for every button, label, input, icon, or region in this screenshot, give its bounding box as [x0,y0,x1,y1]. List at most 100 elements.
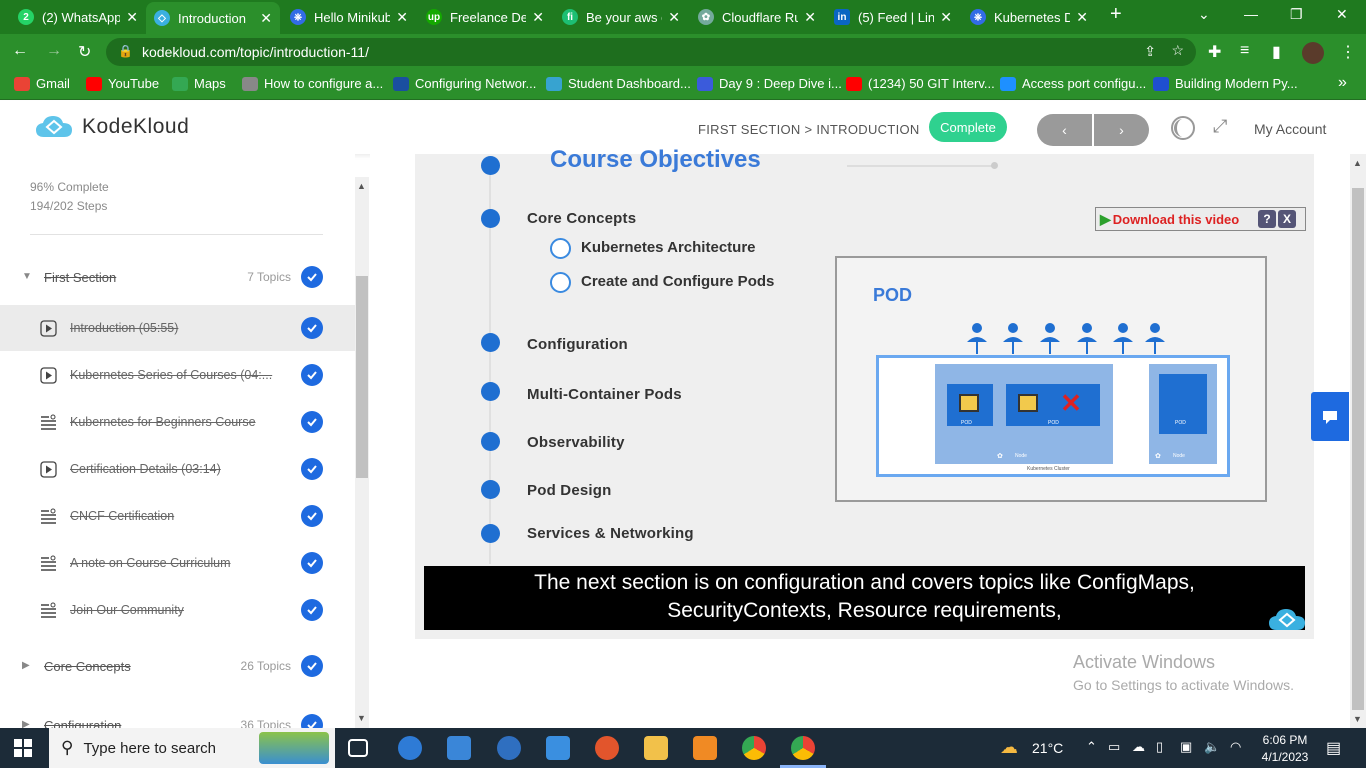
dark-mode-icon[interactable] [1170,115,1196,141]
tab-introduction[interactable]: ◇ Introduction ✕ [146,2,280,34]
lesson-item[interactable]: Kubernetes Series of Courses (04:... [0,352,355,398]
tab-kubernetes[interactable]: ⎈ Kubernetes D ✕ [962,4,1096,30]
bookmark-how-to-configure[interactable]: How to configure a... [242,76,383,91]
restore-icon[interactable]: ❐ [1290,6,1303,23]
next-button[interactable]: › [1094,114,1149,146]
fullscreen-icon[interactable]: ⤢ [1213,116,1227,137]
page-scrollbar-thumb[interactable] [1352,188,1364,710]
chrome-icon[interactable] [742,736,766,760]
back-icon[interactable]: ← [12,42,28,60]
previous-button[interactable]: ‹ [1037,114,1092,146]
bookmark-gmail[interactable]: Gmail [14,76,70,91]
lesson-item[interactable]: CNCF Certification [0,493,355,539]
my-account-link[interactable]: My Account [1254,121,1326,137]
scroll-up-icon[interactable]: ▲ [357,181,366,191]
chevron-up-icon[interactable]: ⌃ [1086,739,1097,755]
section-first-section[interactable]: ▼ First Section 7 Topics [0,255,355,299]
section-topic-count: 7 Topics [247,270,291,284]
more-bookmarks-button[interactable]: » [1338,74,1347,92]
skype-icon[interactable] [497,736,521,760]
menu-icon[interactable]: ⋮ [1340,42,1356,62]
close-icon[interactable]: X [1278,210,1296,228]
media-icon[interactable]: ≡ [1240,42,1249,60]
tab-cloudflare[interactable]: ✿ Cloudflare Ru ✕ [690,4,824,30]
bookmark-student-dashboard[interactable]: Student Dashboard... [546,76,691,91]
breadcrumb[interactable]: FIRST SECTION > INTRODUCTION [698,122,920,137]
python-icon [959,394,979,412]
close-icon[interactable]: ✕ [396,9,408,26]
edge-icon[interactable] [398,736,422,760]
lesson-item[interactable]: Kubernetes for Beginners Course [0,399,355,445]
video-player[interactable]: Course Objectives Core Concepts Kubernet… [415,146,1314,639]
bookmark-day9[interactable]: Day 9 : Deep Dive i... [697,76,842,91]
download-video-button[interactable]: ▶ Download this video ? X [1095,207,1306,231]
bookmark-building-modern[interactable]: Building Modern Py... [1153,76,1298,91]
close-icon[interactable]: ✕ [126,9,138,26]
extensions-icon[interactable]: ✚ [1208,42,1221,62]
weather-temperature[interactable]: 21°C [1032,740,1063,756]
app-icon[interactable] [595,736,619,760]
section-configuration[interactable]: ▶ Configuration 36 Topics [0,703,355,728]
close-window-icon[interactable]: ✕ [1336,6,1348,23]
lesson-item[interactable]: Join Our Community [0,587,355,633]
address-bar[interactable]: 🔒 kodekloud.com/topic/introduction-11/ ⇪… [106,38,1196,66]
battery-icon[interactable]: ▯ [1156,739,1163,755]
chat-button[interactable] [1311,392,1349,441]
task-view-icon[interactable] [348,739,368,757]
new-tab-button[interactable]: + [1110,3,1122,26]
circle-icon [550,238,571,259]
profile-avatar[interactable] [1302,42,1324,64]
scroll-down-icon[interactable]: ▼ [1353,714,1362,724]
wifi-icon[interactable]: ◠ [1230,739,1241,755]
tab-search-icon[interactable]: ⌄ [1198,6,1210,23]
clock-time[interactable]: 6:06 PM [1260,733,1310,747]
app-icon[interactable] [693,736,717,760]
lesson-item[interactable]: A note on Course Curriculum [0,540,355,586]
tab-fiverr[interactable]: fi Be your aws c ✕ [554,4,688,30]
tab-linkedin[interactable]: in (5) Feed | Link ✕ [826,4,960,30]
bookmark-git-interview[interactable]: (1234) 50 GIT Interv... [846,76,995,91]
tab-freelance[interactable]: up Freelance Dev ✕ [418,4,552,30]
close-icon[interactable]: ✕ [532,9,544,26]
bookmark-maps[interactable]: Maps [172,76,226,91]
onedrive-icon[interactable]: ☁ [1132,739,1145,755]
tab-whatsapp[interactable]: 2 (2) WhatsApp ✕ [10,4,146,30]
help-icon[interactable]: ? [1258,210,1276,228]
scroll-down-icon[interactable]: ▼ [357,713,366,723]
lesson-item[interactable]: Certification Details (03:14) [0,446,355,492]
lesson-item[interactable]: Introduction (05:55) [0,305,355,351]
bookmark-youtube[interactable]: YouTube [86,76,159,91]
forward-icon[interactable]: → [46,42,62,60]
side-panel-icon[interactable]: ▮ [1272,42,1281,62]
close-icon[interactable]: ✕ [260,10,272,27]
notifications-icon[interactable]: ▤ [1326,738,1341,758]
display-icon[interactable]: ▣ [1180,739,1192,755]
section-core-concepts[interactable]: ▶ Core Concepts 26 Topics [0,644,355,688]
network-adapter-icon[interactable]: ▭ [1108,739,1120,755]
bookmark-access-port[interactable]: Access port configu... [1000,76,1146,91]
close-icon[interactable]: ✕ [668,9,680,26]
caret-down-icon: ▼ [22,271,32,282]
complete-button[interactable]: Complete [929,112,1007,142]
sidebar-scrollbar-thumb[interactable] [356,276,368,478]
reload-icon[interactable]: ↻ [78,42,91,62]
bookmark-star-icon[interactable]: ☆ [1171,42,1184,59]
close-icon[interactable]: ✕ [804,9,816,26]
chrome-active-icon[interactable] [791,736,815,760]
store-icon[interactable] [447,736,471,760]
windows-start-icon[interactable] [14,739,32,757]
file-explorer-icon[interactable] [644,736,668,760]
mail-icon[interactable] [546,736,570,760]
taskbar-search[interactable]: ⚲ Type here to search [49,728,335,768]
kodekloud-logo[interactable]: KodeKloud [34,113,189,141]
bookmark-configuring-network[interactable]: Configuring Networ... [393,76,536,91]
close-icon[interactable]: ✕ [940,9,952,26]
weather-icon[interactable]: ☁ [1000,737,1018,758]
scroll-up-icon[interactable]: ▲ [1353,158,1362,168]
share-icon[interactable]: ⇪ [1144,43,1156,60]
minimize-icon[interactable]: — [1244,6,1258,22]
clock-date[interactable]: 4/1/2023 [1256,750,1314,764]
volume-icon[interactable]: 🔈 [1204,739,1220,755]
tab-hello-minikube[interactable]: ⎈ Hello Minikub ✕ [282,4,416,30]
close-icon[interactable]: ✕ [1076,9,1088,26]
